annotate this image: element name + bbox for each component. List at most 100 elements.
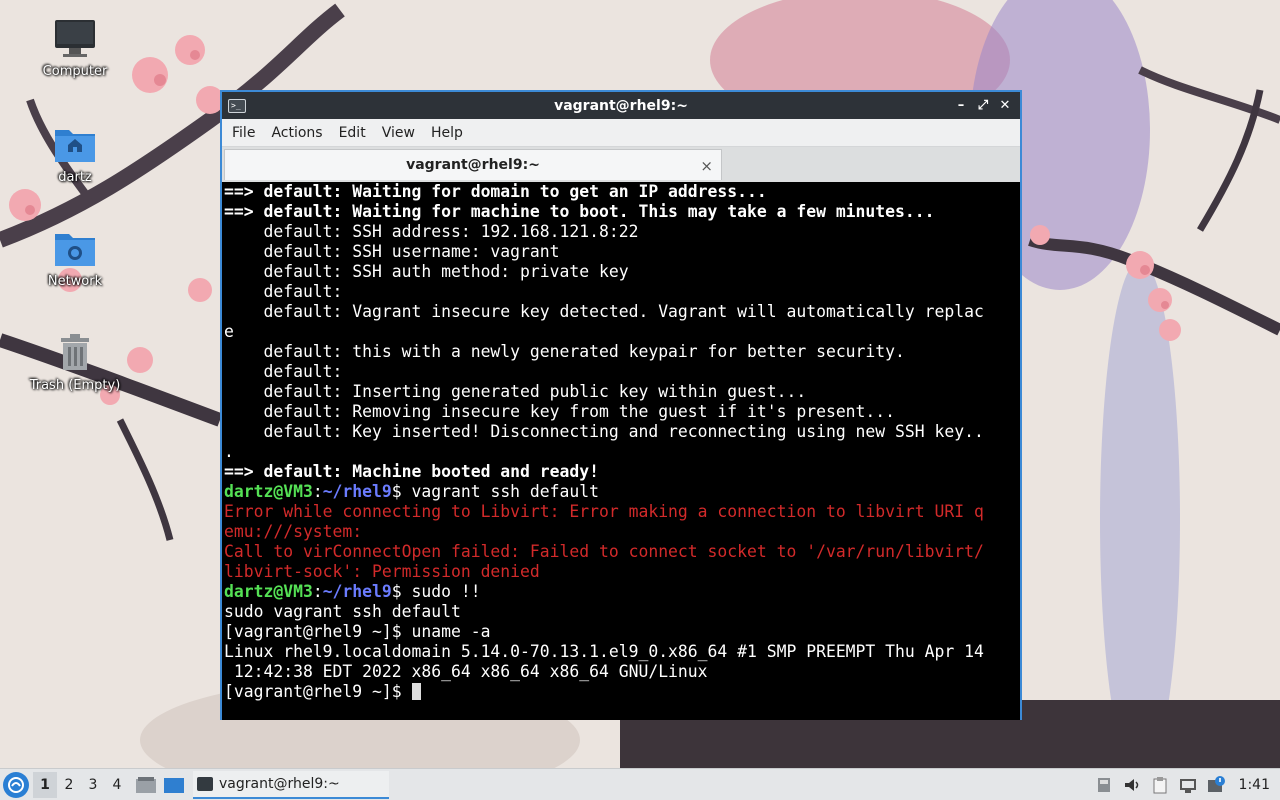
update-notifier-icon[interactable]: [1207, 775, 1225, 794]
workspace-1-button[interactable]: 1: [33, 771, 57, 798]
terminal-line: e: [224, 322, 1020, 342]
terminal-text-segment: :: [312, 482, 323, 501]
desktop-icon-label: Trash (Empty): [29, 378, 121, 393]
window-title: vagrant@rhel9:~: [554, 97, 688, 114]
menu-view[interactable]: View: [374, 125, 423, 141]
clipboard-icon[interactable]: [1151, 776, 1169, 794]
terminal-text-segment: ==> default: Waiting for domain to get a…: [224, 182, 767, 201]
terminal-line: default: Vagrant insecure key detected. …: [224, 302, 1020, 322]
terminal-line: [vagrant@rhel9 ~]$ uname -a: [224, 622, 1020, 642]
terminal-text-segment: [vagrant@rhel9 ~]$: [224, 682, 412, 701]
terminal-text-segment: ~/rhel9: [322, 582, 392, 601]
task-label: vagrant@rhel9:~: [219, 775, 340, 792]
workspace-2-button[interactable]: 2: [57, 772, 81, 798]
menu-bar: File Actions Edit View Help: [222, 119, 1020, 147]
menu-help[interactable]: Help: [423, 125, 471, 141]
terminal-text-segment: ~/rhel9: [322, 482, 392, 501]
terminal-line: dartz@VM3:~/rhel9$ sudo !!: [224, 582, 1020, 602]
desktop-icon-label: dartz: [58, 170, 92, 185]
terminal-text-segment: default:: [224, 282, 343, 301]
terminal-line: .: [224, 442, 1020, 462]
start-menu-icon[interactable]: [3, 771, 29, 798]
terminal-text-segment: default: Key inserted! Disconnecting and…: [224, 422, 984, 441]
terminal-text-segment: Call to virConnectOpen failed: Failed to…: [224, 542, 984, 561]
terminal-text-segment: libvirt-sock': Permission denied: [224, 562, 540, 581]
terminal-text-segment: e: [224, 322, 234, 341]
terminal-text-segment: default:: [224, 362, 343, 381]
desktop-icon-network[interactable]: Network: [20, 226, 130, 289]
desktop-icon-home-folder[interactable]: dartz: [20, 122, 130, 185]
network-folder-icon: [55, 234, 95, 266]
home-folder-icon: [55, 130, 95, 162]
terminal-line: default: this with a newly generated key…: [224, 342, 1020, 362]
file-manager-launcher-icon[interactable]: [135, 776, 157, 794]
terminal-line: default: SSH auth method: private key: [224, 262, 1020, 282]
minimize-button[interactable]: –: [952, 97, 970, 115]
workspace-4-button[interactable]: 4: [105, 772, 129, 798]
terminal-line: default:: [224, 362, 1020, 382]
terminal-text-segment: default: this with a newly generated key…: [224, 342, 905, 361]
desktop-icon-computer[interactable]: Computer: [20, 16, 130, 79]
terminal-line: default:: [224, 282, 1020, 302]
terminal-text-segment: default: SSH address: 192.168.121.8:22: [224, 222, 639, 241]
volume-icon[interactable]: [1123, 776, 1141, 794]
show-desktop-icon[interactable]: [163, 776, 185, 794]
workspace-3-button[interactable]: 3: [81, 772, 105, 798]
network-status-icon[interactable]: [1179, 776, 1197, 794]
terminal-line: default: Key inserted! Disconnecting and…: [224, 422, 1020, 442]
system-tray: 1:41: [1095, 775, 1270, 794]
terminal-line: default: SSH username: vagrant: [224, 242, 1020, 262]
terminal-line: Linux rhel9.localdomain 5.14.0-70.13.1.e…: [224, 642, 1020, 662]
window-controls: – ⤢ ✕: [952, 97, 1014, 115]
tab-label: vagrant@rhel9:~: [406, 157, 540, 173]
taskbar-window-entry[interactable]: vagrant@rhel9:~: [193, 770, 389, 799]
terminal-line: dartz@VM3:~/rhel9$ vagrant ssh default: [224, 482, 1020, 502]
computer-icon: [55, 20, 95, 57]
terminal-task-icon: [197, 776, 213, 791]
terminal-text-segment: dartz@VM3: [224, 482, 313, 501]
terminal-line: default: Removing insecure key from the …: [224, 402, 1020, 422]
menu-edit[interactable]: Edit: [331, 125, 374, 141]
terminal-text-segment: default: Vagrant insecure key detected. …: [224, 302, 984, 321]
terminal-line: Call to virConnectOpen failed: Failed to…: [224, 542, 1020, 562]
terminal-text-segment: .: [224, 442, 234, 461]
terminal-line: Error while connecting to Libvirt: Error…: [224, 502, 1020, 522]
terminal-tab[interactable]: vagrant@rhel9:~ ×: [224, 149, 722, 180]
terminal-line: 12:42:38 EDT 2022 x86_64 x86_64 x86_64 G…: [224, 662, 1020, 682]
terminal-output[interactable]: ==> default: Waiting for domain to get a…: [222, 182, 1020, 720]
terminal-text-segment: $ vagrant ssh default: [391, 482, 599, 501]
terminal-text-segment: default: SSH auth method: private key: [224, 262, 629, 281]
terminal-text-segment: default: Inserting generated public key …: [224, 382, 807, 401]
terminal-cursor: [411, 683, 421, 700]
terminal-text-segment: $ sudo !!: [391, 582, 481, 601]
terminal-window: >_ vagrant@rhel9:~ – ⤢ ✕ File Actions Ed…: [220, 90, 1022, 720]
maximize-button[interactable]: ⤢: [974, 97, 992, 115]
terminal-text-segment: 12:42:38 EDT 2022 x86_64 x86_64 x86_64 G…: [224, 662, 708, 681]
terminal-line: sudo vagrant ssh default: [224, 602, 1020, 622]
desktop-icon-label: Network: [47, 274, 103, 289]
menu-file[interactable]: File: [224, 125, 263, 141]
terminal-line: default: Inserting generated public key …: [224, 382, 1020, 402]
clock[interactable]: 1:41: [1239, 777, 1270, 793]
terminal-text-segment: ==> default: Machine booted and ready!: [224, 462, 599, 481]
terminal-text-segment: :: [312, 582, 323, 601]
desktop-icon-trash[interactable]: Trash (Empty): [20, 330, 130, 393]
terminal-line: ==> default: Waiting for machine to boot…: [224, 202, 1020, 222]
terminal-text-segment: [vagrant@rhel9 ~]$ uname -a: [224, 622, 491, 641]
menu-actions[interactable]: Actions: [263, 125, 330, 141]
window-titlebar[interactable]: >_ vagrant@rhel9:~ – ⤢ ✕: [222, 92, 1020, 119]
terminal-line: ==> default: Waiting for domain to get a…: [224, 182, 1020, 202]
desktop-icon-label: Computer: [42, 64, 108, 79]
terminal-text-segment: Error while connecting to Libvirt: Error…: [224, 502, 984, 521]
terminal-line: ==> default: Machine booted and ready!: [224, 462, 1020, 482]
close-button[interactable]: ✕: [996, 97, 1014, 115]
removable-media-icon[interactable]: [1095, 776, 1113, 794]
terminal-line: emu:///system:: [224, 522, 1020, 542]
terminal-line: [vagrant@rhel9 ~]$: [224, 682, 1020, 702]
terminal-app-icon[interactable]: >_: [228, 98, 246, 113]
terminal-text-segment: default: SSH username: vagrant: [224, 242, 560, 261]
lxqt-start-icon: [8, 776, 24, 793]
tab-close-icon[interactable]: ×: [700, 157, 713, 175]
terminal-text-segment: sudo vagrant ssh default: [224, 602, 461, 621]
terminal-line: libvirt-sock': Permission denied: [224, 562, 1020, 582]
